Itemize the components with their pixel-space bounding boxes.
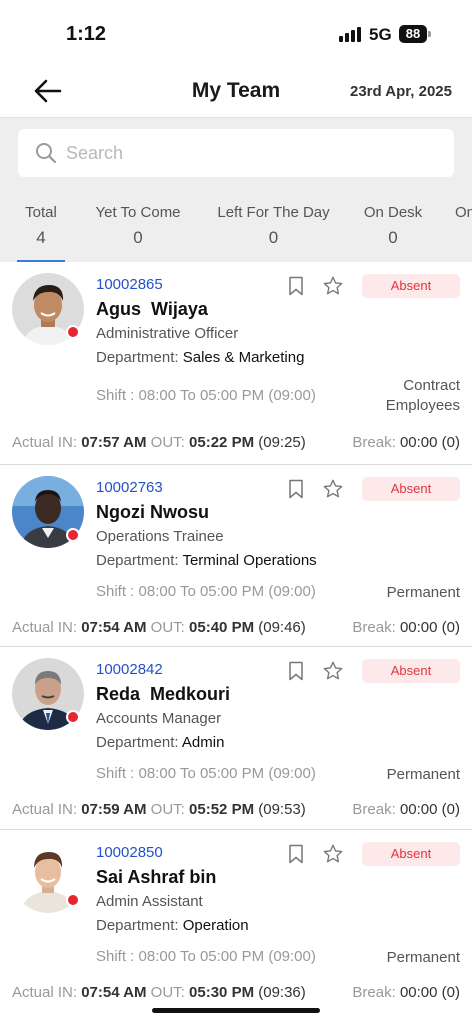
- employment-type: Contract Employees: [385, 377, 460, 414]
- employee-role: Admin Assistant: [96, 893, 203, 910]
- stat-tabs: Total 4 Yet To Come 0 Left For The Day 0…: [0, 204, 472, 262]
- home-indicator[interactable]: [152, 1008, 320, 1013]
- actual-times: Actual IN: 07:57 AM OUT: 05:22 PM (09:25…: [12, 434, 306, 451]
- employee-department: Department: Sales & Marketing: [96, 349, 305, 366]
- status-badge: Absent: [362, 477, 460, 501]
- employee-department: Department: Admin: [96, 734, 225, 751]
- tab-yet-to-come[interactable]: Yet To Come 0: [88, 204, 188, 262]
- battery-icon: 88: [399, 25, 431, 43]
- actual-times: Actual IN: 07:54 AM OUT: 05:40 PM (09:46…: [12, 619, 306, 636]
- bookmark-icon[interactable]: [287, 276, 305, 296]
- break-info: Break: 00:00 (0): [352, 434, 460, 451]
- status-dot: [66, 325, 80, 339]
- employee-name: Agus Wijaya: [96, 299, 208, 319]
- status-badge: Absent: [362, 659, 460, 683]
- status-badge: Absent: [362, 274, 460, 298]
- employee-department: Department: Terminal Operations: [96, 552, 317, 569]
- shift-info: Shift : 08:00 To 05:00 PM (09:00): [96, 765, 316, 782]
- star-icon[interactable]: [322, 478, 344, 500]
- employee-role: Administrative Officer: [96, 325, 239, 342]
- filter-panel: Total 4 Yet To Come 0 Left For The Day 0…: [0, 118, 472, 262]
- status-badge: Absent: [362, 842, 460, 866]
- status-dot: [66, 710, 80, 724]
- tab-on-desk[interactable]: On Desk 0: [359, 204, 427, 262]
- tab-on[interactable]: On: [455, 204, 472, 262]
- employee-card[interactable]: 10002842 Reda Medkouri Accounts Manager …: [0, 647, 472, 830]
- app-header: My Team 23rd Apr, 2025: [0, 64, 472, 118]
- status-bar: 1:12 5G 88: [0, 0, 472, 64]
- shift-info: Shift : 08:00 To 05:00 PM (09:00): [96, 948, 316, 965]
- status-time: 1:12: [66, 23, 107, 45]
- shift-info: Shift : 08:00 To 05:00 PM (09:00): [96, 387, 316, 404]
- bookmark-icon[interactable]: [287, 661, 305, 681]
- tab-left-for-the-day[interactable]: Left For The Day 0: [212, 204, 335, 262]
- tab-label: On: [455, 204, 472, 221]
- battery-level: 88: [399, 25, 427, 43]
- employee-name: Ngozi Nwosu: [96, 502, 209, 522]
- search-icon: [36, 143, 57, 164]
- employee-name: Reda Medkouri: [96, 684, 231, 704]
- employee-name: Sai Ashraf bin: [96, 867, 217, 887]
- employee-id: 10002842: [96, 661, 163, 678]
- tab-label: Left For The Day: [217, 204, 330, 221]
- tab-count: 4: [36, 228, 46, 247]
- employee-department: Department: Operation: [96, 917, 249, 934]
- employment-type: Permanent: [386, 949, 460, 966]
- actual-times: Actual IN: 07:59 AM OUT: 05:52 PM (09:53…: [12, 801, 306, 818]
- shift-info: Shift : 08:00 To 05:00 PM (09:00): [96, 583, 316, 600]
- tab-label: Yet To Come: [95, 204, 181, 221]
- employee-list: 10002865 Agus Wijaya Administrative Offi…: [0, 262, 472, 1012]
- star-icon[interactable]: [322, 843, 344, 865]
- search-box[interactable]: [18, 129, 454, 177]
- star-icon[interactable]: [322, 660, 344, 682]
- break-info: Break: 00:00 (0): [352, 619, 460, 636]
- employee-card[interactable]: 10002850 Sai Ashraf bin Admin Assistant …: [0, 830, 472, 1012]
- tab-label: Total: [25, 204, 57, 221]
- search-input[interactable]: [66, 129, 436, 177]
- tab-label: On Desk: [363, 204, 423, 221]
- employment-type: Permanent: [386, 584, 460, 601]
- status-dot: [66, 893, 80, 907]
- employee-id: 10002763: [96, 479, 163, 496]
- bookmark-icon[interactable]: [287, 479, 305, 499]
- bookmark-icon[interactable]: [287, 844, 305, 864]
- star-icon[interactable]: [322, 275, 344, 297]
- employee-card[interactable]: 10002763 Ngozi Nwosu Operations Trainee …: [0, 465, 472, 647]
- actual-times: Actual IN: 07:54 AM OUT: 05:30 PM (09:36…: [12, 984, 306, 1001]
- employee-id: 10002865: [96, 276, 163, 293]
- tab-count: 0: [388, 228, 398, 247]
- tab-count: 0: [133, 228, 143, 247]
- header-date: 23rd Apr, 2025: [349, 83, 452, 100]
- employee-role: Accounts Manager: [96, 710, 222, 727]
- tab-total[interactable]: Total 4: [17, 204, 65, 262]
- employee-id: 10002850: [96, 844, 163, 861]
- break-info: Break: 00:00 (0): [352, 984, 460, 1001]
- signal-icon: [339, 26, 361, 42]
- tab-count: 0: [268, 228, 279, 247]
- employee-role: Operations Trainee: [96, 528, 224, 545]
- network-label: 5G: [369, 25, 392, 44]
- break-info: Break: 00:00 (0): [352, 801, 460, 818]
- employee-card[interactable]: 10002865 Agus Wijaya Administrative Offi…: [0, 262, 472, 465]
- status-dot: [66, 528, 80, 542]
- employment-type: Permanent: [386, 766, 460, 783]
